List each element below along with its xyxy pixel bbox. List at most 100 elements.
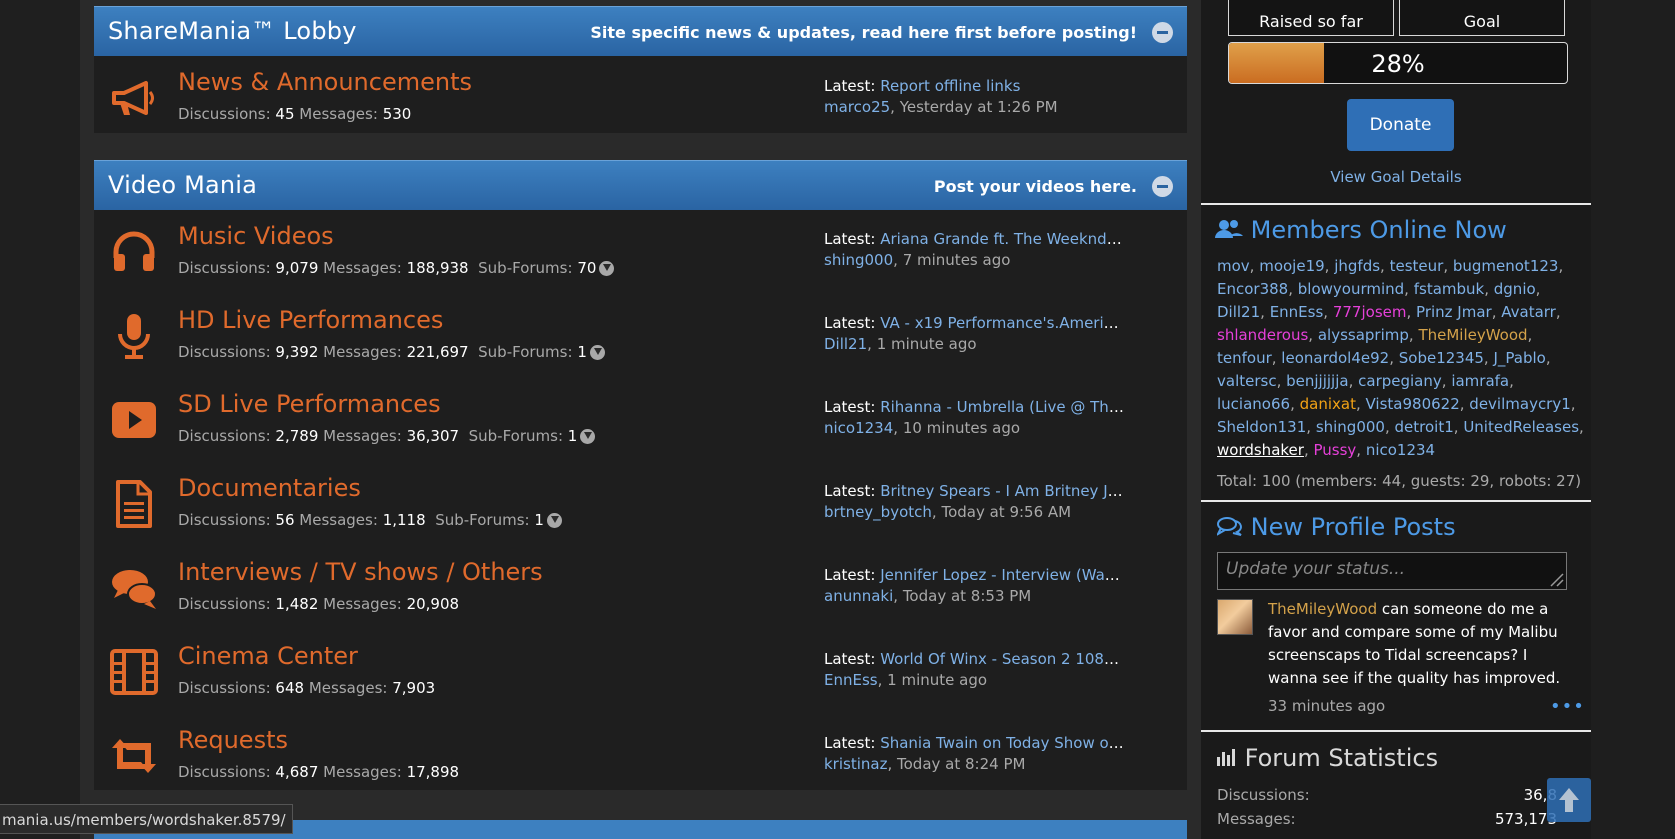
forum-row: SD Live Performances Discussions: 2,789 … — [94, 378, 1187, 462]
online-member-link[interactable]: alyssaprimp — [1318, 326, 1409, 344]
online-member-link[interactable]: Prinz Jmar — [1416, 303, 1492, 321]
online-member-link[interactable]: mooje19 — [1259, 257, 1324, 275]
online-member-link[interactable]: detroit1 — [1395, 418, 1454, 436]
latest-user-link[interactable]: anunnaki — [824, 587, 893, 605]
latest-user-link[interactable]: shing000 — [824, 251, 893, 269]
online-member-link[interactable]: shing000 — [1316, 418, 1385, 436]
subforum-toggle-icon[interactable] — [580, 429, 596, 444]
scroll-to-top-button[interactable] — [1547, 778, 1591, 822]
latest-thread-link[interactable]: Shania Twain on Today Show on J... — [880, 734, 1124, 752]
more-options-icon[interactable]: ••• — [1550, 696, 1585, 717]
subforum-toggle-icon[interactable] — [589, 345, 605, 360]
online-member-link[interactable]: mov — [1217, 257, 1250, 275]
post-author-link[interactable]: TheMileyWood — [1268, 600, 1377, 618]
forum-row: News & Announcements Discussions: 45 Mes… — [94, 56, 1187, 133]
raised-so-far: Raised so far — [1228, 0, 1394, 36]
separator: , — [1356, 441, 1366, 459]
online-member-link[interactable]: wordshaker — [1217, 441, 1304, 459]
online-member-link[interactable]: EnnEss — [1270, 303, 1324, 321]
members-online-heading[interactable]: Members Online Now — [1215, 216, 1507, 244]
online-member-link[interactable]: danixat — [1300, 395, 1356, 413]
category-title[interactable]: ShareMania™ Lobby — [108, 17, 357, 45]
separator: , — [1306, 418, 1316, 436]
latest-thread-link[interactable]: Britney Spears - I Am Britney Jea... — [880, 482, 1124, 500]
online-member-link[interactable]: 777josem — [1333, 303, 1407, 321]
forum-title[interactable]: News & Announcements — [178, 68, 472, 96]
forum-title[interactable]: SD Live Performances — [178, 390, 441, 418]
online-member-link[interactable]: Avatarr — [1501, 303, 1556, 321]
latest-user-link[interactable]: marco25 — [824, 98, 890, 116]
status-update-input[interactable]: Update your status... — [1217, 552, 1567, 590]
latest-user-link[interactable]: kristinaz — [824, 755, 887, 773]
online-member-link[interactable]: tenfour — [1217, 349, 1272, 367]
latest-thread-link[interactable]: Jennifer Lopez - Interview (Watc... — [880, 566, 1124, 584]
online-member-link[interactable]: UnitedReleases — [1463, 418, 1579, 436]
latest-meta: nico1234, 10 minutes ago — [824, 419, 1021, 437]
latest-thread-link[interactable]: Report offline links — [880, 77, 1020, 95]
online-member-link[interactable]: devilmaycry1 — [1469, 395, 1570, 413]
latest-user-link[interactable]: nico1234 — [824, 419, 893, 437]
online-member-link[interactable]: valtersc — [1217, 372, 1277, 390]
online-member-link[interactable]: nico1234 — [1366, 441, 1435, 459]
resize-handle-icon[interactable] — [1548, 571, 1564, 587]
online-member-link[interactable]: Encor388 — [1217, 280, 1288, 298]
latest-user-link[interactable]: Dill21 — [824, 335, 867, 353]
view-goal-details-link[interactable]: View Goal Details — [1201, 168, 1591, 186]
latest-user-link[interactable]: EnnEss — [824, 671, 878, 689]
online-member-link[interactable]: Sobe12345 — [1399, 349, 1484, 367]
forum-list: ShareMania™ Lobby Site specific news & u… — [80, 0, 1201, 839]
members-online-list: mov, mooje19, jhgfds, testeur, bugmenot1… — [1217, 255, 1587, 462]
new-profile-posts-heading[interactable]: New Profile Posts — [1215, 513, 1456, 541]
latest-thread-link[interactable]: VA - x19 Performance's.American... — [880, 314, 1124, 332]
online-member-link[interactable]: testeur — [1390, 257, 1444, 275]
collapse-icon[interactable] — [1152, 22, 1173, 43]
separator: , — [1380, 257, 1390, 275]
category-title[interactable]: Video Mania — [108, 171, 257, 199]
forum-title[interactable]: HD Live Performances — [178, 306, 443, 334]
online-member-link[interactable]: J_Pablo — [1493, 349, 1545, 367]
online-member-link[interactable]: blowyourmind — [1298, 280, 1404, 298]
subforum-toggle-icon[interactable] — [546, 513, 562, 528]
avatar[interactable] — [1217, 599, 1253, 635]
online-member-link[interactable]: Dill21 — [1217, 303, 1260, 321]
online-member-link[interactable]: carpegiany — [1358, 372, 1442, 390]
online-member-link[interactable]: luciano66 — [1217, 395, 1290, 413]
latest-thread-link[interactable]: Rihanna - Umbrella (Live @ The ... — [880, 398, 1124, 416]
left-gutter — [0, 0, 80, 839]
latest-thread-link[interactable]: World Of Winx - Season 2 1080p ... — [880, 650, 1124, 668]
forum-title[interactable]: Cinema Center — [178, 642, 358, 670]
online-member-link[interactable]: fstambuk — [1414, 280, 1485, 298]
online-member-link[interactable]: Pussy — [1313, 441, 1356, 459]
forum-title[interactable]: Music Videos — [178, 222, 334, 250]
online-member-link[interactable]: jhgfds — [1334, 257, 1380, 275]
forum-title[interactable]: Interviews / TV shows / Others — [178, 558, 543, 586]
forum-row: Interviews / TV shows / Others Discussio… — [94, 546, 1187, 630]
online-member-link[interactable]: iamrafa — [1451, 372, 1509, 390]
forum-stats: Discussions: 9,079 Messages: 188,938 Sub… — [178, 259, 615, 277]
online-member-link[interactable]: bugmenot123 — [1453, 257, 1559, 275]
online-member-link[interactable]: leonardol4e92 — [1281, 349, 1389, 367]
latest-meta: brtney_byotch, Today at 9:56 AM — [824, 503, 1072, 521]
online-member-link[interactable]: Sheldon131 — [1217, 418, 1306, 436]
latest-thread-link[interactable]: Ariana Grande ft. The Weeknd - ... — [880, 230, 1124, 248]
separator: , — [1389, 349, 1399, 367]
online-member-link[interactable]: Vista980622 — [1366, 395, 1460, 413]
subforum-toggle-icon[interactable] — [599, 261, 615, 276]
online-member-link[interactable]: shlanderous — [1217, 326, 1308, 344]
right-gutter — [1591, 0, 1675, 839]
separator: , — [1453, 418, 1464, 436]
online-member-link[interactable]: benjjjjjja — [1286, 372, 1348, 390]
forum-title[interactable]: Requests — [178, 726, 288, 754]
category-header: ShareMania™ Lobby Site specific news & u… — [94, 6, 1187, 56]
forum-stats: Discussions: 1,482 Messages: 20,908 — [178, 595, 460, 613]
donate-button[interactable]: Donate — [1347, 99, 1454, 151]
collapse-icon[interactable] — [1152, 176, 1173, 197]
forum-title[interactable]: Documentaries — [178, 474, 361, 502]
forum-stats: Discussions: 56 Messages: 1,118 Sub-Foru… — [178, 511, 562, 529]
online-member-link[interactable]: dgnio — [1494, 280, 1536, 298]
users-icon — [1215, 220, 1243, 238]
latest-meta: EnnEss, 1 minute ago — [824, 671, 988, 689]
latest-user-link[interactable]: brtney_byotch — [824, 503, 932, 521]
separator: , — [1545, 349, 1551, 367]
online-member-link[interactable]: TheMileyWood — [1418, 326, 1527, 344]
